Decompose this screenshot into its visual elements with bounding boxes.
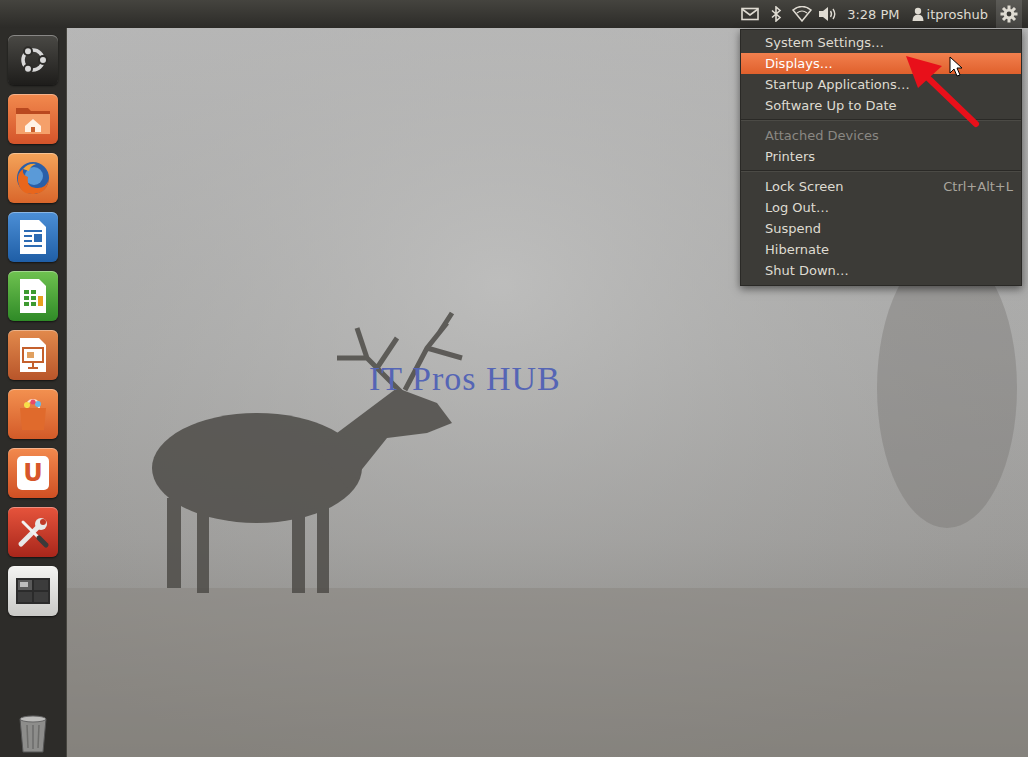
menu-item-label: Hibernate — [765, 242, 1013, 257]
menu-item[interactable]: Startup Applications… — [741, 74, 1021, 95]
trash-item[interactable] — [8, 711, 58, 755]
menu-item[interactable]: Displays… — [741, 53, 1021, 74]
user-menu[interactable]: itproshub — [910, 7, 996, 22]
session-button[interactable] — [996, 0, 1022, 28]
mail-icon — [741, 7, 759, 21]
dash-icon — [16, 43, 50, 77]
menu-item[interactable]: Printers — [741, 146, 1021, 167]
launcher-item[interactable] — [8, 389, 58, 439]
annotation-arrow-icon — [0, 0, 1028, 757]
menu-separator — [741, 119, 1021, 121]
menu-item[interactable]: Lock ScreenCtrl+Alt+L — [741, 176, 1021, 197]
launcher-item[interactable] — [8, 271, 58, 321]
clock[interactable]: 3:28 PM — [841, 7, 909, 22]
menu-item-label: Shut Down… — [765, 263, 1013, 278]
bluetooth-icon — [770, 6, 782, 22]
menu-item-label: Attached Devices — [765, 128, 1013, 143]
indicator[interactable] — [737, 0, 763, 28]
launcher-item[interactable] — [8, 94, 58, 144]
top-panel: 3:28 PM itproshub — [0, 0, 1028, 28]
menu-item[interactable]: Log Out… — [741, 197, 1021, 218]
menu-item: Attached Devices — [741, 125, 1021, 146]
firefox-icon — [14, 159, 52, 197]
person-icon — [912, 7, 924, 21]
launcher: U — [0, 28, 67, 757]
trash-icon — [16, 713, 50, 753]
menu-item-label: Printers — [765, 149, 1013, 164]
shortcut-label: Ctrl+Alt+L — [931, 179, 1013, 194]
system-settings-icon — [15, 514, 51, 550]
indicator[interactable] — [815, 0, 841, 28]
software-center-icon — [15, 396, 51, 432]
volume-icon — [818, 6, 838, 22]
menu-item[interactable]: Suspend — [741, 218, 1021, 239]
menu-item-label: Displays… — [765, 56, 1013, 71]
icon-letter: U — [23, 461, 43, 485]
menu-item-label: System Settings… — [765, 35, 1013, 50]
impress-icon — [18, 337, 48, 373]
gear-icon — [1000, 5, 1018, 23]
launcher-item[interactable] — [8, 507, 58, 557]
menu-item-label: Lock Screen — [765, 179, 931, 194]
indicator[interactable] — [789, 0, 815, 28]
writer-icon — [18, 219, 48, 255]
workspaces-icon — [15, 577, 51, 605]
user-name: itproshub — [927, 7, 988, 22]
ubuntu-one-icon: U — [17, 456, 49, 490]
menu-item-label: Startup Applications… — [765, 77, 1013, 92]
launcher-item[interactable] — [8, 330, 58, 380]
session-menu: System Settings… Displays… Startup Applica… — [740, 29, 1022, 286]
launcher-item[interactable] — [8, 566, 58, 616]
menu-item-label: Log Out… — [765, 200, 1013, 215]
watermark: IT Pros HUB — [369, 360, 561, 398]
calc-icon — [18, 278, 48, 314]
launcher-item[interactable]: U — [8, 448, 58, 498]
network-icon — [792, 6, 812, 22]
menu-item[interactable]: Shut Down… — [741, 260, 1021, 281]
menu-item-label: Software Up to Date — [765, 98, 1013, 113]
menu-item[interactable]: Software Up to Date — [741, 95, 1021, 116]
indicator[interactable] — [763, 0, 789, 28]
menu-separator — [741, 170, 1021, 172]
launcher-item[interactable] — [8, 153, 58, 203]
menu-item[interactable]: Hibernate — [741, 239, 1021, 260]
launcher-item[interactable] — [8, 212, 58, 262]
home-icon — [14, 102, 52, 136]
launcher-item[interactable] — [8, 35, 58, 85]
menu-item-label: Suspend — [765, 221, 1013, 236]
menu-item[interactable]: System Settings… — [741, 32, 1021, 53]
